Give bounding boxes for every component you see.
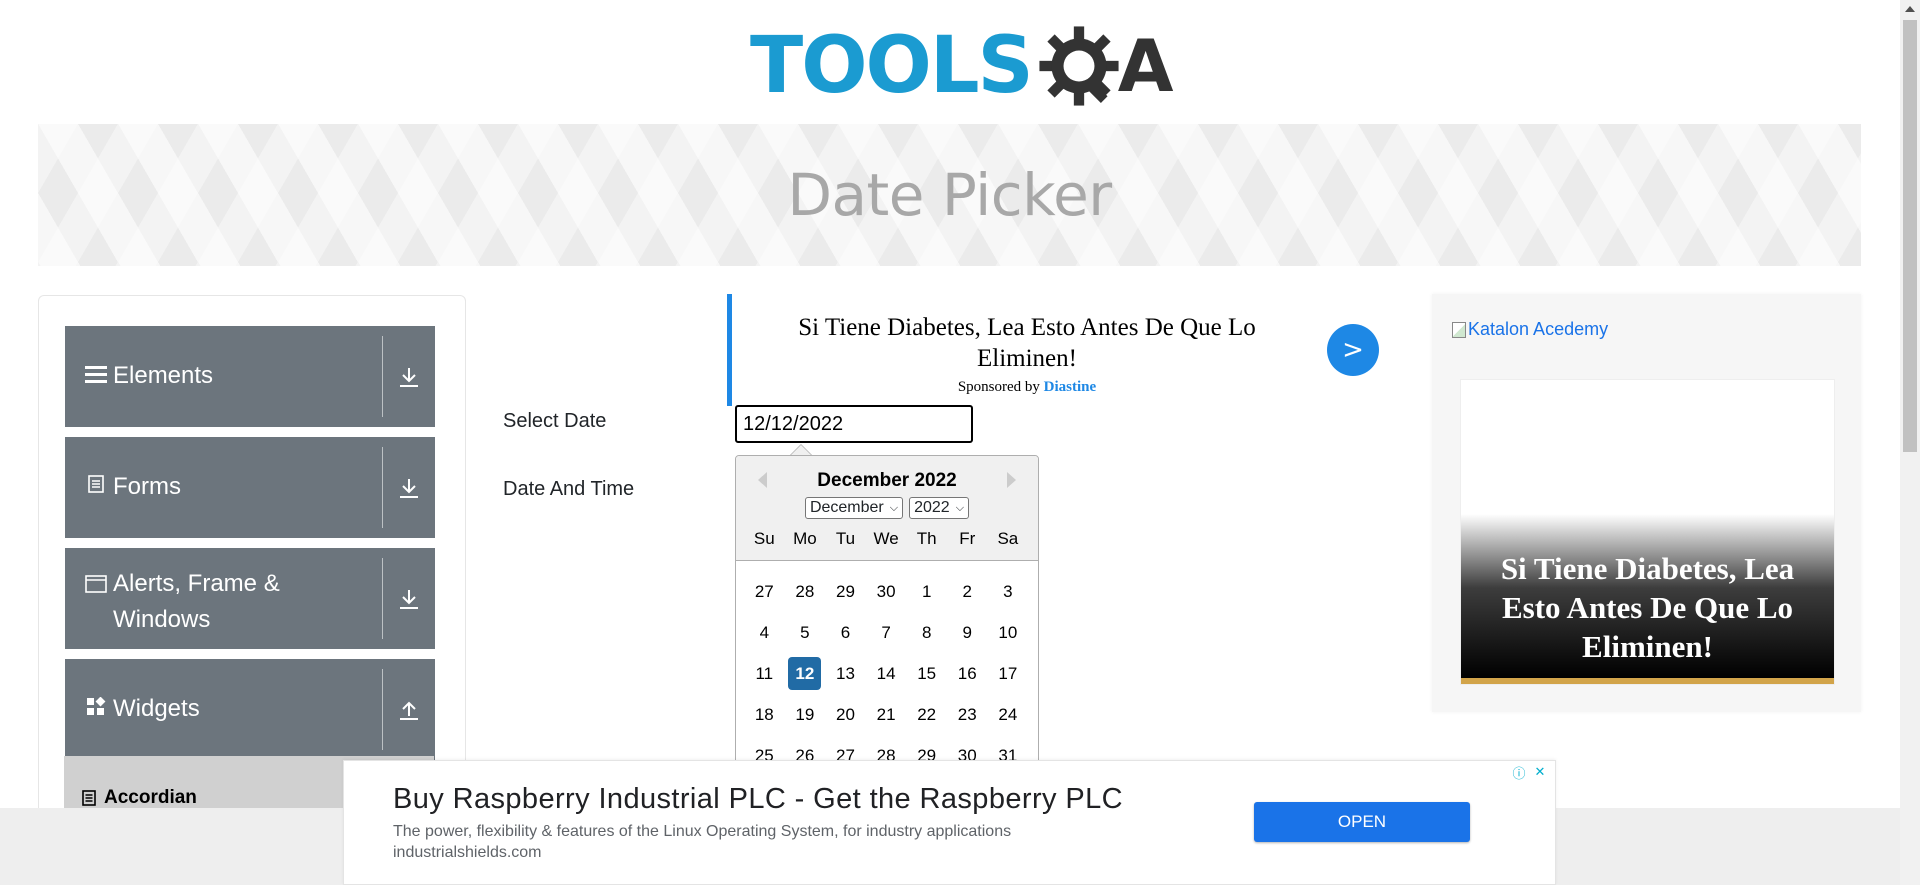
logo-qa: A	[1036, 23, 1174, 109]
calendar-pointer	[790, 444, 812, 455]
ad-bottom-title[interactable]: Buy Raspberry Industrial PLC - Get the R…	[393, 783, 1123, 816]
date-picker-calendar: December 2022 December ⌵ 2022 ⌵ Su Mo Tu…	[735, 455, 1039, 775]
upload-icon[interactable]	[383, 659, 435, 760]
calendar-day[interactable]: 12	[788, 657, 822, 690]
chevron-down-icon: ⌵	[955, 501, 965, 514]
calendar-day[interactable]: 20	[825, 705, 866, 725]
next-month-icon[interactable]	[1007, 472, 1016, 488]
calendar-day[interactable]: 4	[744, 623, 785, 643]
ad-top-sponsored: Sponsored by Diastine	[957, 379, 1097, 395]
ad-bottom[interactable]: ⓘ ✕ Buy Raspberry Industrial PLC - Get t…	[343, 760, 1556, 885]
calendar-day[interactable]: 5	[785, 623, 826, 643]
hamburger-icon	[85, 364, 107, 384]
calendar-day[interactable]: 22	[906, 705, 947, 725]
ad-open-button[interactable]: OPEN	[1254, 802, 1470, 842]
katalon-ad-link[interactable]: Katalon Acedemy	[1452, 319, 1608, 340]
weekday-label: We	[873, 529, 899, 548]
calendar-day[interactable]: 30	[866, 582, 907, 602]
calendar-day[interactable]: 19	[785, 705, 826, 725]
download-icon[interactable]	[383, 326, 435, 427]
document-icon	[82, 790, 96, 806]
calendar-day[interactable]: 10	[988, 623, 1029, 643]
year-select[interactable]: 2022 ⌵	[909, 497, 970, 519]
vertical-scrollbar[interactable]	[1900, 0, 1920, 885]
logo-a: A	[1117, 24, 1174, 108]
calendar-day[interactable]: 1	[906, 582, 947, 602]
month-select[interactable]: December ⌵	[804, 497, 904, 519]
ad-top-title[interactable]: Si Tiene Diabetes, Lea Esto Antes De Que…	[787, 312, 1267, 374]
calendar-month-title: December 2022	[817, 470, 957, 491]
calendar-day[interactable]: 14	[866, 664, 907, 684]
sidebar-group-forms[interactable]: Forms	[65, 437, 435, 538]
calendar-day[interactable]: 9	[947, 623, 988, 643]
sidebar-group-label: Forms	[113, 473, 181, 500]
calendar-day[interactable]: 18	[744, 705, 785, 725]
download-icon[interactable]	[383, 548, 435, 649]
download-icon[interactable]	[383, 437, 435, 538]
calendar-day[interactable]: 27	[744, 582, 785, 602]
calendar-week: 4 5 6 7 8 9 10	[744, 612, 1030, 653]
calendar-week: 18 19 20 21 22 23 24	[744, 694, 1030, 735]
calendar-day[interactable]: 28	[785, 582, 826, 602]
weekday-header: Su Mo Tu We Th Fr Sa	[744, 529, 1030, 549]
toolsqa-logo[interactable]: TOOLS A	[750, 18, 1173, 114]
ad-top[interactable]: Si Tiene Diabetes, Lea Esto Antes De Que…	[727, 294, 1387, 406]
window-icon	[85, 575, 107, 593]
calendar-day[interactable]: 13	[825, 664, 866, 684]
ad-top-sponsor[interactable]: Diastine	[1044, 379, 1097, 395]
sidebar-group-label: Elements	[113, 362, 214, 389]
select-date-label: Select Date	[503, 410, 607, 432]
weekday-label: Su	[753, 529, 775, 548]
ad-right[interactable]: Katalon Acedemy Si Tiene Diabetes, Lea E…	[1432, 294, 1861, 712]
sidebar-group-alerts[interactable]: Alerts, Frame & Windows	[65, 548, 435, 649]
calendar-day[interactable]: 8	[906, 623, 947, 643]
ad-right-headline: Si Tiene Diabetes, Lea Esto Antes De Que…	[1500, 551, 1795, 664]
weekday-label: Mo	[793, 529, 817, 548]
calendar-day[interactable]: 17	[988, 664, 1029, 684]
sidebar-group-widgets[interactable]: Widgets	[65, 659, 435, 760]
broken-image-icon	[1452, 321, 1466, 338]
date-time-label: Date And Time	[503, 478, 635, 500]
calendar-day[interactable]: 23	[947, 705, 988, 725]
sidebar-group-label-line2: Windows	[113, 606, 211, 633]
calendar-day[interactable]: 16	[947, 664, 988, 684]
select-date-input[interactable]	[735, 405, 973, 443]
ad-bottom-url[interactable]: industrialshields.com	[393, 844, 542, 862]
calendar-day[interactable]: 6	[825, 623, 866, 643]
close-icon[interactable]: ✕	[1531, 763, 1549, 781]
document-icon	[85, 475, 107, 493]
widgets-icon	[85, 697, 107, 717]
weekday-label: Fr	[959, 529, 976, 548]
ad-bottom-description: The power, flexibility & features of the…	[393, 823, 1012, 840]
calendar-day[interactable]: 7	[866, 623, 907, 643]
ad-right-card[interactable]: Si Tiene Diabetes, Lea Esto Antes De Que…	[1460, 379, 1835, 685]
sidebar-group-label: Widgets	[113, 695, 200, 722]
sidebar-item-label: Accordian	[104, 787, 197, 808]
page-title: Date Picker	[787, 161, 1112, 229]
calendar-week: 27 28 29 30 1 2 3	[744, 571, 1030, 612]
calendar-header: December 2022 December ⌵ 2022 ⌵ Su Mo Tu…	[736, 456, 1038, 561]
calendar-day[interactable]: 15	[906, 664, 947, 684]
page-banner: Date Picker	[38, 124, 1861, 266]
ad-info-icon[interactable]: ⓘ	[1510, 763, 1528, 781]
sidebar-group-label: Alerts, Frame &	[113, 570, 280, 597]
calendar-day[interactable]: 3	[988, 582, 1029, 602]
calendar-days: 27 28 29 30 1 2 3 4 5 6 7 8 9 10 11 12 13 14 15 16 17 18 19 20 2…	[736, 561, 1038, 774]
weekday-label: Tu	[835, 529, 856, 548]
calendar-week: 11 12 13 14 15 16 17	[744, 653, 1030, 694]
sidebar-group-elements[interactable]: Elements	[65, 326, 435, 427]
scrollbar-thumb[interactable]	[1903, 20, 1917, 452]
weekday-label: Sa	[997, 529, 1019, 548]
calendar-day[interactable]: 2	[947, 582, 988, 602]
scroll-up-icon[interactable]	[1905, 6, 1915, 12]
calendar-day[interactable]: 21	[866, 705, 907, 725]
calendar-day[interactable]: 11	[744, 664, 785, 684]
weekday-label: Th	[916, 529, 937, 548]
logo-text: TOOLS	[750, 21, 1034, 111]
calendar-day[interactable]: 24	[988, 705, 1029, 725]
ad-top-button[interactable]: >	[1327, 324, 1379, 376]
calendar-day[interactable]: 29	[825, 582, 866, 602]
chevron-down-icon: ⌵	[889, 501, 899, 514]
gear-icon	[1039, 26, 1119, 106]
